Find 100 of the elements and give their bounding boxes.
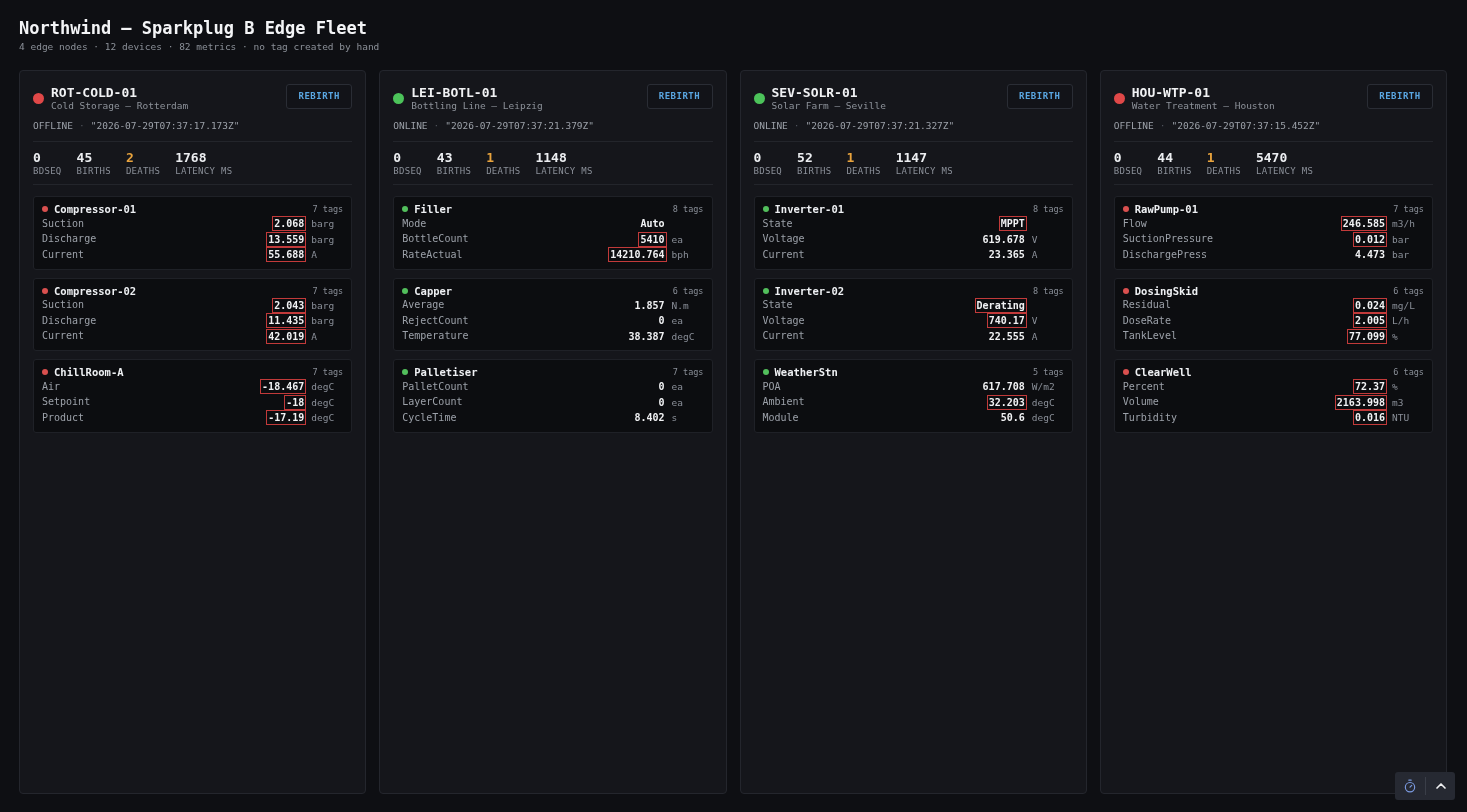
metric-name: TankLevel xyxy=(1122,329,1178,344)
metric-name: Suction xyxy=(42,298,86,313)
metric-value: 5410 xyxy=(638,231,667,247)
metric-value: 42.019 xyxy=(266,328,307,344)
metric-value: -18.467 xyxy=(260,379,307,395)
tag-count: 7 tags xyxy=(672,366,704,378)
metric-unit: ea xyxy=(671,380,683,394)
metric-value: 2163.998 xyxy=(1334,394,1387,410)
node-name: ROT-COLD-01 xyxy=(51,85,139,100)
metric-name: DischargePress xyxy=(1122,247,1209,262)
stat-value: 45 xyxy=(76,150,94,166)
metric-name: DoseRate xyxy=(1122,313,1172,328)
metric-unit: degC xyxy=(1031,395,1055,409)
stat-value: 1147 xyxy=(895,150,929,166)
metric-value: 2.005 xyxy=(1352,313,1387,329)
metric-name: State xyxy=(762,298,794,313)
stat-value: 0 xyxy=(393,150,403,166)
metric-name: Flow xyxy=(1122,216,1148,231)
metric-value: 8.402 xyxy=(633,411,666,426)
metric-name: Discharge xyxy=(42,313,98,328)
metric-name: SuctionPressure xyxy=(1122,232,1215,247)
metric-unit: A xyxy=(311,329,317,343)
metric-unit: L/h xyxy=(1392,314,1410,328)
metric-value: MPPT xyxy=(998,216,1027,232)
metric-name: Volume xyxy=(1122,395,1160,410)
metric-name: PalletCount xyxy=(402,379,470,394)
metric-unit: degC xyxy=(311,395,335,409)
rebirth-button[interactable]: REBIRTH xyxy=(286,84,353,109)
stat-label: BIRTHS xyxy=(1157,166,1192,177)
device-name: Inverter-02 xyxy=(774,283,846,298)
separator-dot: · xyxy=(79,120,85,132)
stat-value: 0 xyxy=(1113,150,1123,166)
metric-value: 619.678 xyxy=(981,232,1026,247)
metric-value: 22.555 xyxy=(987,329,1026,344)
metric-unit: ea xyxy=(671,232,683,246)
metric-value: 11.435 xyxy=(266,313,307,329)
metric-name: Turbidity xyxy=(1122,410,1178,425)
stat-label: BDSEQ xyxy=(33,166,62,177)
tag-count: 7 tags xyxy=(312,366,344,378)
metric-value: 55.688 xyxy=(266,247,307,263)
stat-value: 1768 xyxy=(175,150,208,166)
stat-value: 2 xyxy=(125,150,135,166)
node-name: SEV-SOLR-01 xyxy=(771,85,859,100)
metric-unit: V xyxy=(1031,232,1038,246)
tag-count: 7 tags xyxy=(312,284,344,297)
metric-value: 38.387 xyxy=(627,329,666,344)
metric-name: Voltage xyxy=(762,232,806,247)
device-name: Filler xyxy=(414,202,454,216)
metric-value: 23.365 xyxy=(987,248,1026,263)
metric-unit: m3/h xyxy=(1392,217,1415,231)
stat-label: LATENCY MS xyxy=(175,166,233,177)
metric-unit: degC xyxy=(1031,411,1055,425)
tag-count: 6 tags xyxy=(1393,366,1424,378)
stat-label: BIRTHS xyxy=(76,166,111,177)
metric-unit: mg/L xyxy=(1392,298,1415,312)
metric-unit: NTU xyxy=(1392,411,1410,425)
node-status: ONLINE xyxy=(393,120,428,132)
metric-value: 617.708 xyxy=(981,380,1026,395)
metric-value: Auto xyxy=(639,217,666,232)
metric-value: 246.585 xyxy=(1340,216,1387,232)
node-location: Water Treatment — Houston xyxy=(1131,100,1275,112)
metric-unit: bph xyxy=(671,248,689,262)
last-seen-timestamp: "2026-07-29T07:37:21.379Z" xyxy=(445,120,595,132)
metric-name: LayerCount xyxy=(402,395,464,410)
metric-name: Ambient xyxy=(762,395,806,410)
stat-label: BDSEQ xyxy=(753,166,783,177)
device-name: ChillRoom-A xyxy=(54,365,125,379)
last-seen-timestamp: "2026-07-29T07:37:15.452Z" xyxy=(1171,120,1321,132)
metric-unit: degC xyxy=(311,411,335,425)
metric-value: 2.068 xyxy=(272,216,307,232)
stat-value: 1 xyxy=(846,150,856,166)
metric-unit: bar xyxy=(1392,248,1410,262)
page-title: Northwind — Sparkplug B Edge Fleet xyxy=(19,18,367,39)
metric-unit: % xyxy=(1392,380,1398,394)
metric-name: Voltage xyxy=(762,313,806,328)
metric-value: 32.203 xyxy=(986,394,1027,410)
metric-name: Air xyxy=(42,379,62,394)
device-name: Capper xyxy=(414,283,454,298)
stat-label: DEATHS xyxy=(125,166,161,177)
metric-name: Setpoint xyxy=(42,395,92,410)
node-status: OFFLINE xyxy=(33,120,74,132)
rebirth-button[interactable]: REBIRTH xyxy=(646,84,713,109)
tag-count: 5 tags xyxy=(1033,366,1064,378)
stat-value: 0 xyxy=(753,150,763,166)
metric-value: -17.19 xyxy=(266,410,307,426)
device-name: WeatherStn xyxy=(774,365,839,379)
rebirth-button[interactable]: REBIRTH xyxy=(1006,84,1073,109)
metric-name: Current xyxy=(42,329,86,344)
node-name: LEI-BOTL-01 xyxy=(411,85,499,100)
metric-unit: A xyxy=(1031,248,1038,262)
stat-label: BIRTHS xyxy=(436,166,472,177)
stat-value: 43 xyxy=(436,150,454,166)
metric-unit: W/m2 xyxy=(1031,380,1055,394)
rebirth-button[interactable]: REBIRTH xyxy=(1367,84,1433,109)
metric-unit: A xyxy=(311,248,317,262)
metric-name: State xyxy=(762,216,794,231)
metric-name: Discharge xyxy=(42,232,98,247)
device-name: Inverter-01 xyxy=(774,202,846,216)
metric-name: Current xyxy=(762,247,806,262)
node-status: ONLINE xyxy=(753,120,788,132)
